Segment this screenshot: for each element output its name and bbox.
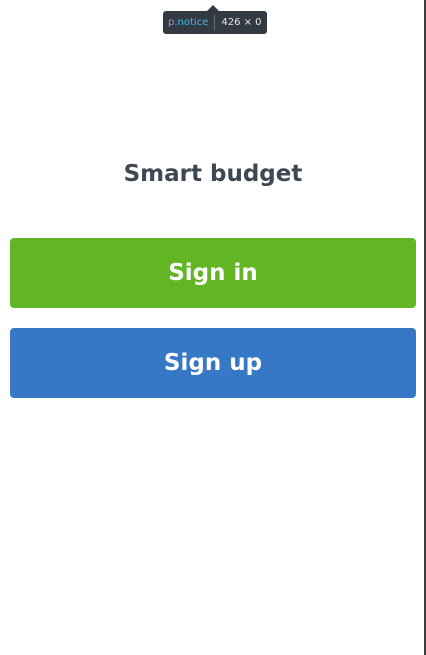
sign-in-button[interactable]: Sign in bbox=[10, 238, 416, 308]
app-title: Smart budget bbox=[123, 161, 303, 187]
tooltip-class-name: .notice bbox=[174, 17, 209, 28]
tooltip-divider bbox=[214, 15, 216, 30]
sign-up-button[interactable]: Sign up bbox=[10, 328, 416, 398]
tooltip-dimensions: 426 × 0 bbox=[221, 17, 262, 28]
devtools-element-tooltip: p .notice 426 × 0 bbox=[163, 5, 267, 34]
